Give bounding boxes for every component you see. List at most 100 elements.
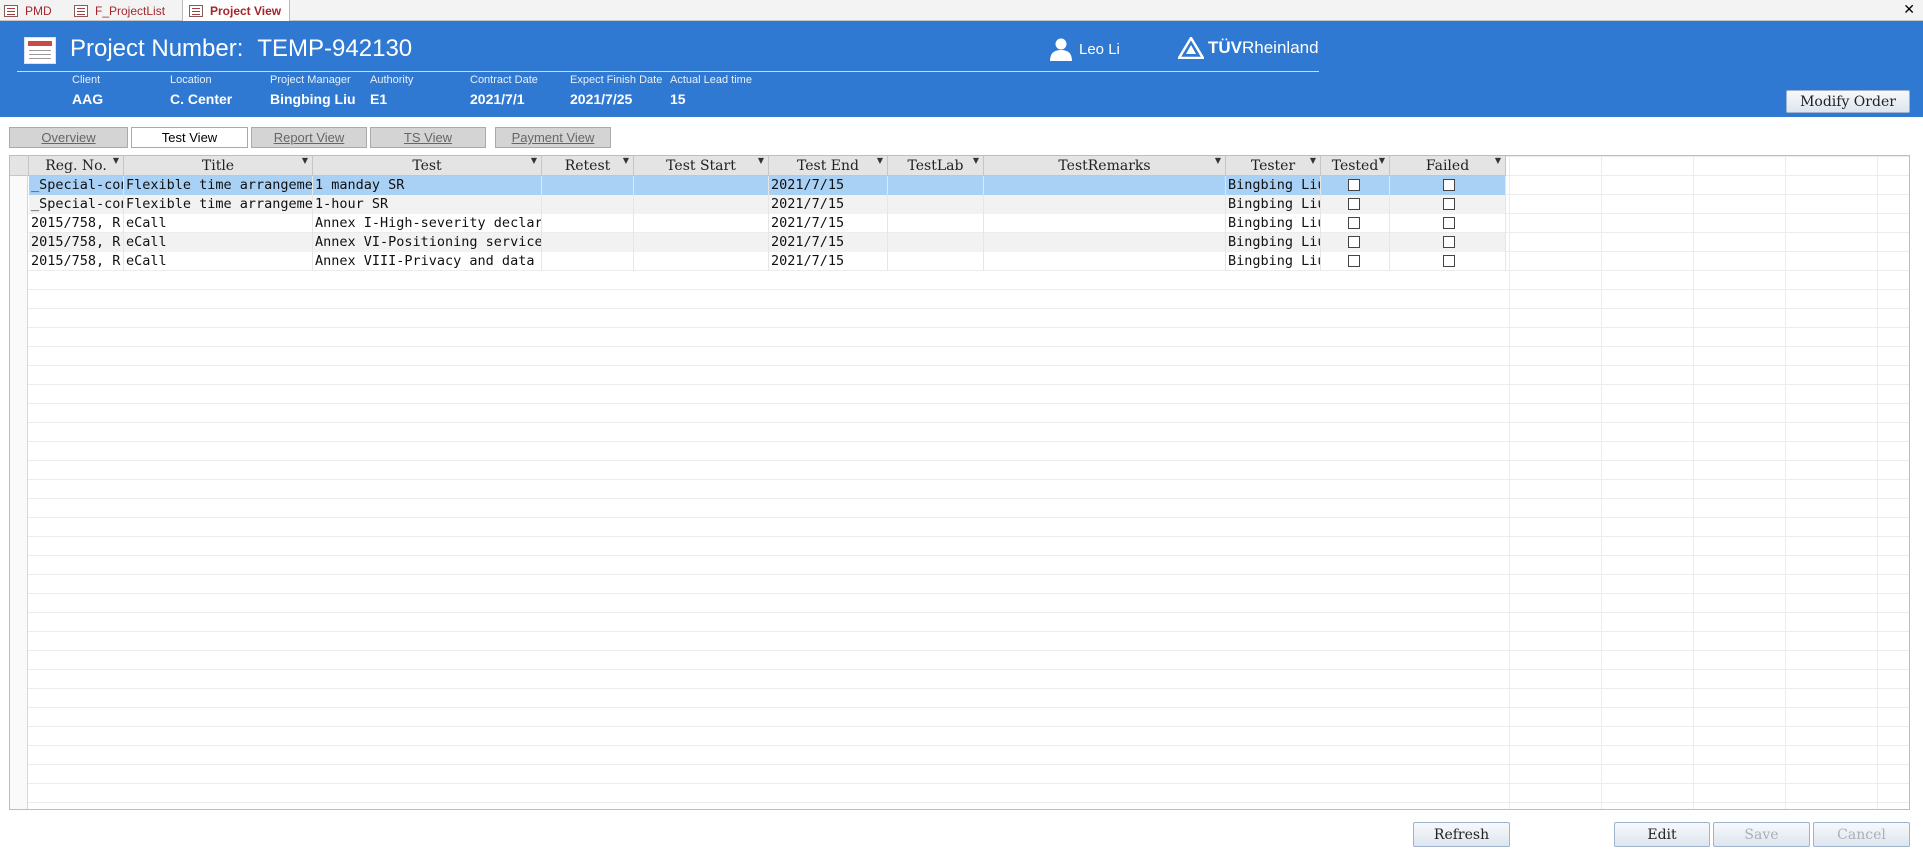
table-row[interactable]: 2015/758, R: eCall Annex VIII-Privacy and … <box>29 252 1506 271</box>
cell-title[interactable]: Flexible time arrangeme <box>124 176 313 195</box>
cell-retest[interactable] <box>542 214 634 233</box>
cell-test[interactable]: Annex VIII-Privacy and data <box>313 252 542 271</box>
dropdown-arrow-icon[interactable]: ▼ <box>1310 156 1316 165</box>
cell-test[interactable]: Annex I-High-severity declar <box>313 214 542 233</box>
column-header-test-end[interactable]: Test End ▼ <box>769 156 888 176</box>
cell-lab[interactable] <box>888 195 984 214</box>
dropdown-arrow-icon[interactable]: ▼ <box>113 156 119 165</box>
cell-lab[interactable] <box>888 176 984 195</box>
tab-test-view[interactable]: Test View <box>131 127 248 148</box>
column-header-failed[interactable]: Failed ▼ <box>1390 156 1506 176</box>
dropdown-arrow-icon[interactable]: ▼ <box>623 156 629 165</box>
record-selector[interactable] <box>10 195 28 214</box>
cell-start[interactable] <box>634 214 769 233</box>
cell-tester[interactable]: Bingbing Liu <box>1226 195 1321 214</box>
failed-checkbox[interactable] <box>1443 198 1455 210</box>
tested-checkbox[interactable] <box>1348 198 1360 210</box>
tab-report-view[interactable]: Report View <box>251 127 367 148</box>
table-row[interactable]: _Special-con Flexible time arrangeme 1 man… <box>29 176 1506 195</box>
cell-retest[interactable] <box>542 176 634 195</box>
cell-tester[interactable]: Bingbing Liu <box>1226 233 1321 252</box>
cell-reg[interactable]: _Special-con <box>29 176 124 195</box>
cell-lab[interactable] <box>888 233 984 252</box>
column-header-testremarks[interactable]: TestRemarks ▼ <box>984 156 1226 176</box>
cell-remarks[interactable] <box>984 176 1226 195</box>
cell-start[interactable] <box>634 176 769 195</box>
column-header-tested[interactable]: Tested ▼ <box>1321 156 1390 176</box>
column-header-testlab[interactable]: TestLab ▼ <box>888 156 984 176</box>
doc-tab-project-view[interactable]: Project View <box>182 0 291 21</box>
cell-retest[interactable] <box>542 195 634 214</box>
record-selector[interactable] <box>10 233 28 252</box>
cell-start[interactable] <box>634 195 769 214</box>
cell-reg[interactable]: 2015/758, R: <box>29 252 124 271</box>
cell-test[interactable]: 1-hour SR <box>313 195 542 214</box>
column-header-tester[interactable]: Tester ▼ <box>1226 156 1321 176</box>
cell-title[interactable]: eCall <box>124 252 313 271</box>
cell-end[interactable]: 2021/7/15 <box>769 176 888 195</box>
edit-button[interactable]: Edit <box>1614 822 1710 847</box>
table-row[interactable]: 2015/758, R: eCall Annex I-High-severity d… <box>29 214 1506 233</box>
failed-checkbox[interactable] <box>1443 255 1455 267</box>
doc-tab-pmd[interactable]: PMD <box>4 0 52 21</box>
cell-end[interactable]: 2021/7/15 <box>769 214 888 233</box>
record-selector[interactable] <box>10 214 28 233</box>
save-button[interactable]: Save <box>1713 822 1810 847</box>
cell-tester[interactable]: Bingbing Liu <box>1226 176 1321 195</box>
failed-checkbox[interactable] <box>1443 217 1455 229</box>
doc-tab-f-projectlist[interactable]: F_ProjectList <box>74 0 165 21</box>
tested-checkbox[interactable] <box>1348 255 1360 267</box>
table-row[interactable]: _Special-con Flexible time arrangeme 1-hou… <box>29 195 1506 214</box>
column-header-reg-no[interactable]: Reg. No. ▼ <box>29 156 124 176</box>
column-header-title[interactable]: Title ▼ <box>124 156 313 176</box>
tab-ts-view[interactable]: TS View <box>370 127 486 148</box>
cancel-button[interactable]: Cancel <box>1813 822 1910 847</box>
cell-retest[interactable] <box>542 233 634 252</box>
cell-title[interactable]: eCall <box>124 214 313 233</box>
column-header-test-start[interactable]: Test Start ▼ <box>634 156 769 176</box>
dropdown-arrow-icon[interactable]: ▼ <box>302 156 308 165</box>
cell-remarks[interactable] <box>984 195 1226 214</box>
cell-reg[interactable]: 2015/758, R: <box>29 214 124 233</box>
cell-test[interactable]: 1 manday SR <box>313 176 542 195</box>
failed-checkbox[interactable] <box>1443 179 1455 191</box>
select-all-corner[interactable] <box>10 156 29 176</box>
cell-remarks[interactable] <box>984 214 1226 233</box>
cell-tester[interactable]: Bingbing Liu <box>1226 252 1321 271</box>
cell-reg[interactable]: 2015/758, R: <box>29 233 124 252</box>
cell-title[interactable]: Flexible time arrangeme <box>124 195 313 214</box>
dropdown-arrow-icon[interactable]: ▼ <box>758 156 764 165</box>
cell-reg[interactable]: _Special-con <box>29 195 124 214</box>
dropdown-arrow-icon[interactable]: ▼ <box>1495 156 1501 165</box>
cell-title[interactable]: eCall <box>124 233 313 252</box>
cell-lab[interactable] <box>888 252 984 271</box>
cell-end[interactable]: 2021/7/15 <box>769 195 888 214</box>
cell-tester[interactable]: Bingbing Liu <box>1226 214 1321 233</box>
cell-remarks[interactable] <box>984 233 1226 252</box>
close-icon[interactable]: ✕ <box>1903 1 1915 18</box>
dropdown-arrow-icon[interactable]: ▼ <box>531 156 537 165</box>
cell-remarks[interactable] <box>984 252 1226 271</box>
record-selector[interactable] <box>10 252 28 271</box>
cell-test[interactable]: Annex VI-Positioning service <box>313 233 542 252</box>
failed-checkbox[interactable] <box>1443 236 1455 248</box>
dropdown-arrow-icon[interactable]: ▼ <box>877 156 883 165</box>
cell-end[interactable]: 2021/7/15 <box>769 233 888 252</box>
record-selector[interactable] <box>10 176 28 195</box>
tab-payment-view[interactable]: Payment View <box>495 127 611 148</box>
table-row[interactable]: 2015/758, R: eCall Annex VI-Positioning se… <box>29 233 1506 252</box>
tested-checkbox[interactable] <box>1348 217 1360 229</box>
column-header-retest[interactable]: Retest ▼ <box>542 156 634 176</box>
dropdown-arrow-icon[interactable]: ▼ <box>1215 156 1221 165</box>
cell-start[interactable] <box>634 233 769 252</box>
dropdown-arrow-icon[interactable]: ▼ <box>1379 156 1385 165</box>
tested-checkbox[interactable] <box>1348 236 1360 248</box>
tab-overview[interactable]: Overview <box>9 127 128 148</box>
dropdown-arrow-icon[interactable]: ▼ <box>973 156 979 165</box>
test-datasheet[interactable]: Reg. No. ▼ Title ▼ Test ▼ Retest ▼ Test Star… <box>9 155 1910 810</box>
modify-order-button[interactable]: Modify Order <box>1786 90 1910 113</box>
refresh-button[interactable]: Refresh <box>1413 822 1510 847</box>
cell-end[interactable]: 2021/7/15 <box>769 252 888 271</box>
tested-checkbox[interactable] <box>1348 179 1360 191</box>
cell-retest[interactable] <box>542 252 634 271</box>
